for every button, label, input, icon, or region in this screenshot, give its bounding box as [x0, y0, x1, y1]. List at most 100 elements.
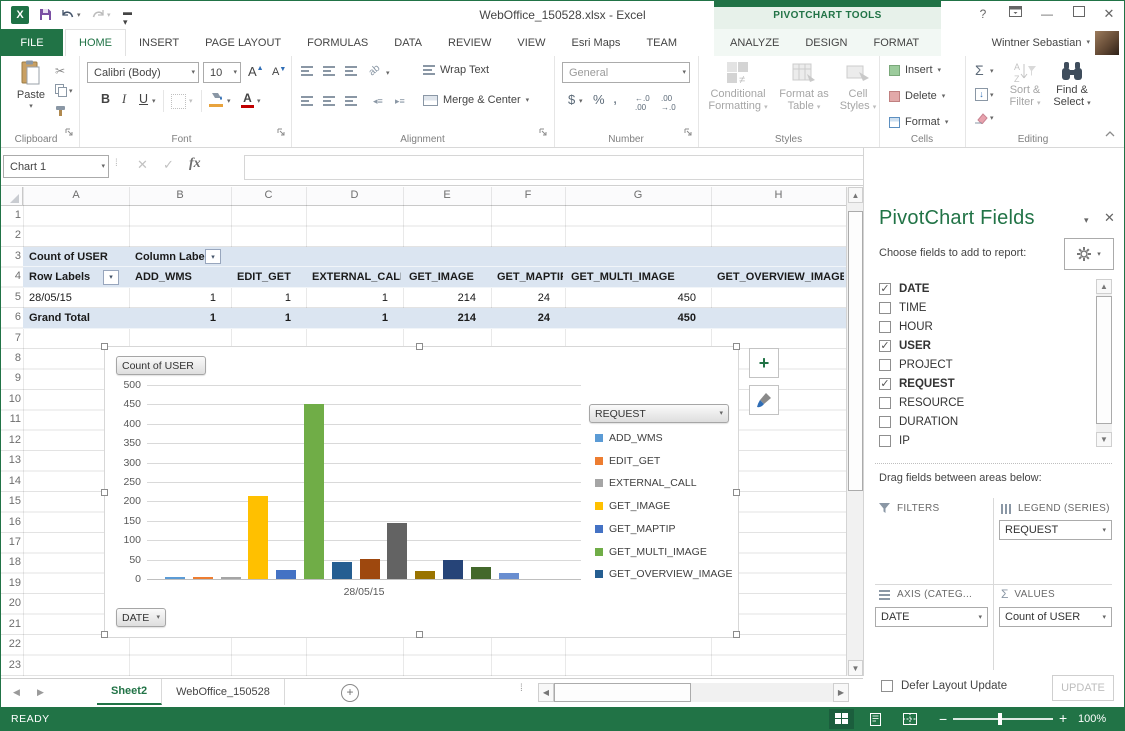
row-header-1[interactable]: 1	[1, 209, 21, 221]
close-icon[interactable]: ✕	[1098, 6, 1120, 22]
format-painter-icon[interactable]	[55, 104, 68, 117]
tab-analyze[interactable]: ANALYZE	[717, 29, 792, 56]
collapse-ribbon-icon[interactable]	[1104, 130, 1116, 138]
field-checkbox-request[interactable]: ✓	[879, 378, 891, 390]
chart-bar-GET_IMAGE[interactable]	[248, 496, 268, 579]
horizontal-scroll-thumb[interactable]	[554, 683, 691, 702]
tab-format[interactable]: FORMAT	[861, 29, 933, 56]
accounting-format-icon[interactable]: $	[568, 92, 575, 107]
chart-bar-GET_MAPTIP[interactable]	[276, 570, 296, 579]
normal-view-button[interactable]	[829, 709, 854, 729]
copy-icon[interactable]	[55, 84, 67, 97]
vertical-scrollbar[interactable]: ▲ ▼	[846, 187, 863, 676]
tab-insert[interactable]: INSERT	[126, 29, 192, 56]
field-item-project[interactable]: PROJECT	[879, 355, 953, 374]
scroll-down-icon[interactable]: ▼	[848, 660, 863, 676]
name-box[interactable]: Chart 1▾	[3, 155, 109, 178]
font-color-icon[interactable]: A	[241, 91, 254, 108]
column-labels-filter-icon[interactable]: ▾	[205, 249, 221, 264]
chart-styles-button[interactable]	[749, 385, 779, 415]
zoom-slider-handle[interactable]	[998, 713, 1002, 725]
field-checkbox-date[interactable]: ✓	[879, 283, 891, 295]
chart-bar-EDIT_GET[interactable]	[193, 577, 213, 579]
autosum-dropdown-icon[interactable]: ▾	[990, 68, 994, 75]
field-checkbox-ip[interactable]	[879, 435, 891, 447]
request-legend-field-button[interactable]: REQUEST▾	[589, 404, 729, 423]
scroll-left-icon[interactable]: ◀	[538, 683, 554, 702]
fill-dropdown-icon[interactable]: ▾	[990, 92, 994, 99]
count-of-user-field-button[interactable]: Count of USER	[116, 356, 206, 375]
number-format-select[interactable]: General▾	[562, 62, 690, 83]
row-header-9[interactable]: 9	[1, 372, 21, 384]
chart-bar-series-10[interactable]	[415, 571, 435, 579]
bold-button[interactable]: B	[101, 92, 110, 106]
sheet-nav-left-icon[interactable]: ◀	[13, 687, 20, 698]
row-header-3[interactable]: 3	[1, 250, 21, 262]
row-header-5[interactable]: 5	[1, 291, 21, 303]
chart-selection-handle[interactable]	[101, 343, 108, 350]
chart-bar-series-12[interactable]	[471, 567, 491, 579]
column-header-C[interactable]: C	[231, 189, 306, 201]
chart-bar-EXTERNAL_CALL[interactable]	[221, 577, 241, 579]
number-dialog-launcher[interactable]	[684, 128, 693, 137]
format-cells-button[interactable]: Format▾	[889, 116, 948, 128]
align-icon[interactable]	[301, 66, 313, 76]
orientation-dropdown-icon[interactable]: ▾	[386, 70, 390, 77]
row-labels-filter-icon[interactable]: ▾	[103, 270, 119, 285]
chart-selection-handle[interactable]	[101, 489, 108, 496]
row-header-23[interactable]: 23	[1, 659, 21, 671]
field-checkbox-project[interactable]	[879, 359, 891, 371]
tab-view[interactable]: VIEW	[504, 29, 558, 56]
defer-checkbox-box[interactable]	[881, 680, 893, 692]
underline-dropdown-icon[interactable]: ▾	[152, 98, 156, 105]
italic-button[interactable]: I	[122, 92, 126, 107]
tab-esri-maps[interactable]: Esri Maps	[559, 29, 634, 56]
defer-layout-checkbox[interactable]: Defer Layout Update	[881, 680, 1007, 692]
font-size-select[interactable]: 10▾	[203, 62, 241, 83]
align-icon[interactable]	[323, 66, 335, 76]
minimize-icon[interactable]: —	[1036, 6, 1058, 22]
tab-team[interactable]: TEAM	[633, 29, 690, 56]
autosum-icon[interactable]: Σ	[975, 62, 984, 78]
field-item-resource[interactable]: RESOURCE	[879, 393, 964, 412]
tab-review[interactable]: REVIEW	[435, 29, 504, 56]
select-all-corner[interactable]	[1, 187, 23, 206]
chart-bar-GET_MULTI_IMAGE[interactable]	[304, 404, 324, 579]
tab-formulas[interactable]: FORMULAS	[294, 29, 381, 56]
accounting-dropdown-icon[interactable]: ▾	[579, 98, 583, 105]
tab-design[interactable]: DESIGN	[792, 29, 860, 56]
chart-bar-ADD_WMS[interactable]	[165, 577, 185, 579]
chart-selection-handle[interactable]	[416, 631, 423, 638]
sheet-nav-right-icon[interactable]: ▶	[37, 687, 44, 698]
row-header-2[interactable]: 2	[1, 229, 21, 241]
chart-bar-GET_OVERVIEW_IMAGE[interactable]	[332, 562, 352, 579]
align-icon[interactable]	[323, 96, 335, 106]
row-header-10[interactable]: 10	[1, 393, 21, 405]
fill-color-dropdown-icon[interactable]: ▾	[227, 98, 231, 105]
field-item-request[interactable]: ✓REQUEST	[879, 374, 955, 393]
align-icon[interactable]	[345, 96, 357, 106]
namebox-splitter[interactable]: ⁞	[115, 158, 119, 169]
insert-function-icon[interactable]: fx	[189, 156, 201, 172]
field-checkbox-user[interactable]: ✓	[879, 340, 891, 352]
font-name-select[interactable]: Calibri (Body)▾	[87, 62, 199, 83]
insert-cells-button[interactable]: Insert▾	[889, 64, 941, 76]
column-header-B[interactable]: B	[129, 189, 231, 201]
row-header-11[interactable]: 11	[1, 413, 21, 425]
copy-dropdown-icon[interactable]: ▾	[69, 88, 73, 95]
page-layout-view-button[interactable]	[863, 709, 888, 729]
chart-selection-handle[interactable]	[733, 631, 740, 638]
tab-home[interactable]: HOME	[65, 29, 126, 56]
field-item-user[interactable]: ✓USER	[879, 336, 931, 355]
fields-scroll-thumb[interactable]	[1096, 296, 1112, 424]
outdent-icon[interactable]: ◂≡	[373, 96, 383, 107]
tab-file[interactable]: FILE	[1, 29, 63, 56]
sheet-tab-weboffice_150528[interactable]: WebOffice_150528	[162, 679, 285, 705]
field-item-time[interactable]: TIME	[879, 298, 926, 317]
sheet-tab-sheet2[interactable]: Sheet2	[97, 679, 162, 705]
fields-scrollbar[interactable]: ▲ ▼	[1096, 279, 1112, 447]
field-checkbox-hour[interactable]	[879, 321, 891, 333]
column-header-H[interactable]: H	[711, 189, 846, 201]
row-header-16[interactable]: 16	[1, 516, 21, 528]
zoom-in-icon[interactable]: +	[1059, 710, 1067, 726]
